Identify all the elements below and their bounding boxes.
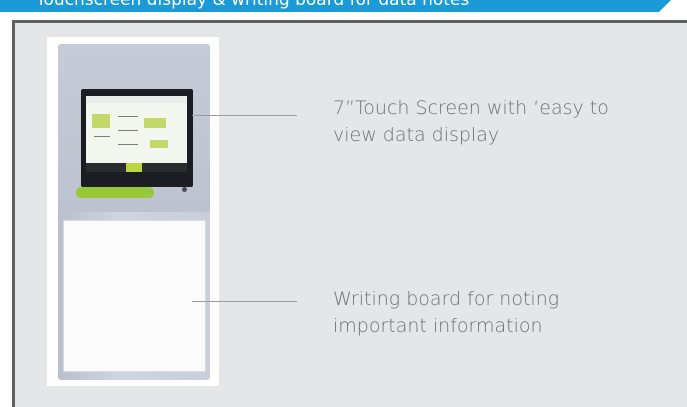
header-band: Touchscreen display & writing board for … (0, 0, 687, 16)
screen-data-block (150, 140, 168, 148)
header-title: Touchscreen display & writing board for … (36, 0, 470, 10)
touch-screen-callout: 7”Touch Screen with ‘easy to view data d… (333, 95, 609, 149)
device-indicator-light (182, 187, 187, 192)
screen-divider (118, 144, 138, 145)
screen-divider (118, 116, 138, 117)
touch-screen-callout-line2: view data display (333, 124, 500, 146)
writing-board-callout-line1: Writing board for noting (333, 288, 560, 310)
writing-board-callout-line2: important information (333, 315, 543, 337)
screen-data-block (144, 118, 166, 128)
touch-screen-connector-line (192, 115, 297, 116)
screen-data-block (92, 114, 110, 128)
touch-screen-display (86, 96, 187, 172)
device-body (58, 44, 210, 380)
screen-divider (94, 136, 110, 137)
writing-board-connector-line (192, 301, 297, 302)
screen-status-bar (86, 96, 187, 103)
device-green-button (76, 187, 154, 198)
header-bar: Touchscreen display & writing board for … (0, 0, 671, 12)
screen-divider (118, 130, 138, 131)
writing-board-callout: Writing board for noting important infor… (333, 286, 559, 340)
touch-screen-callout-line1: 7”Touch Screen with ‘easy to (333, 97, 609, 119)
writing-board (63, 220, 206, 372)
screen-nav-active (126, 163, 142, 172)
